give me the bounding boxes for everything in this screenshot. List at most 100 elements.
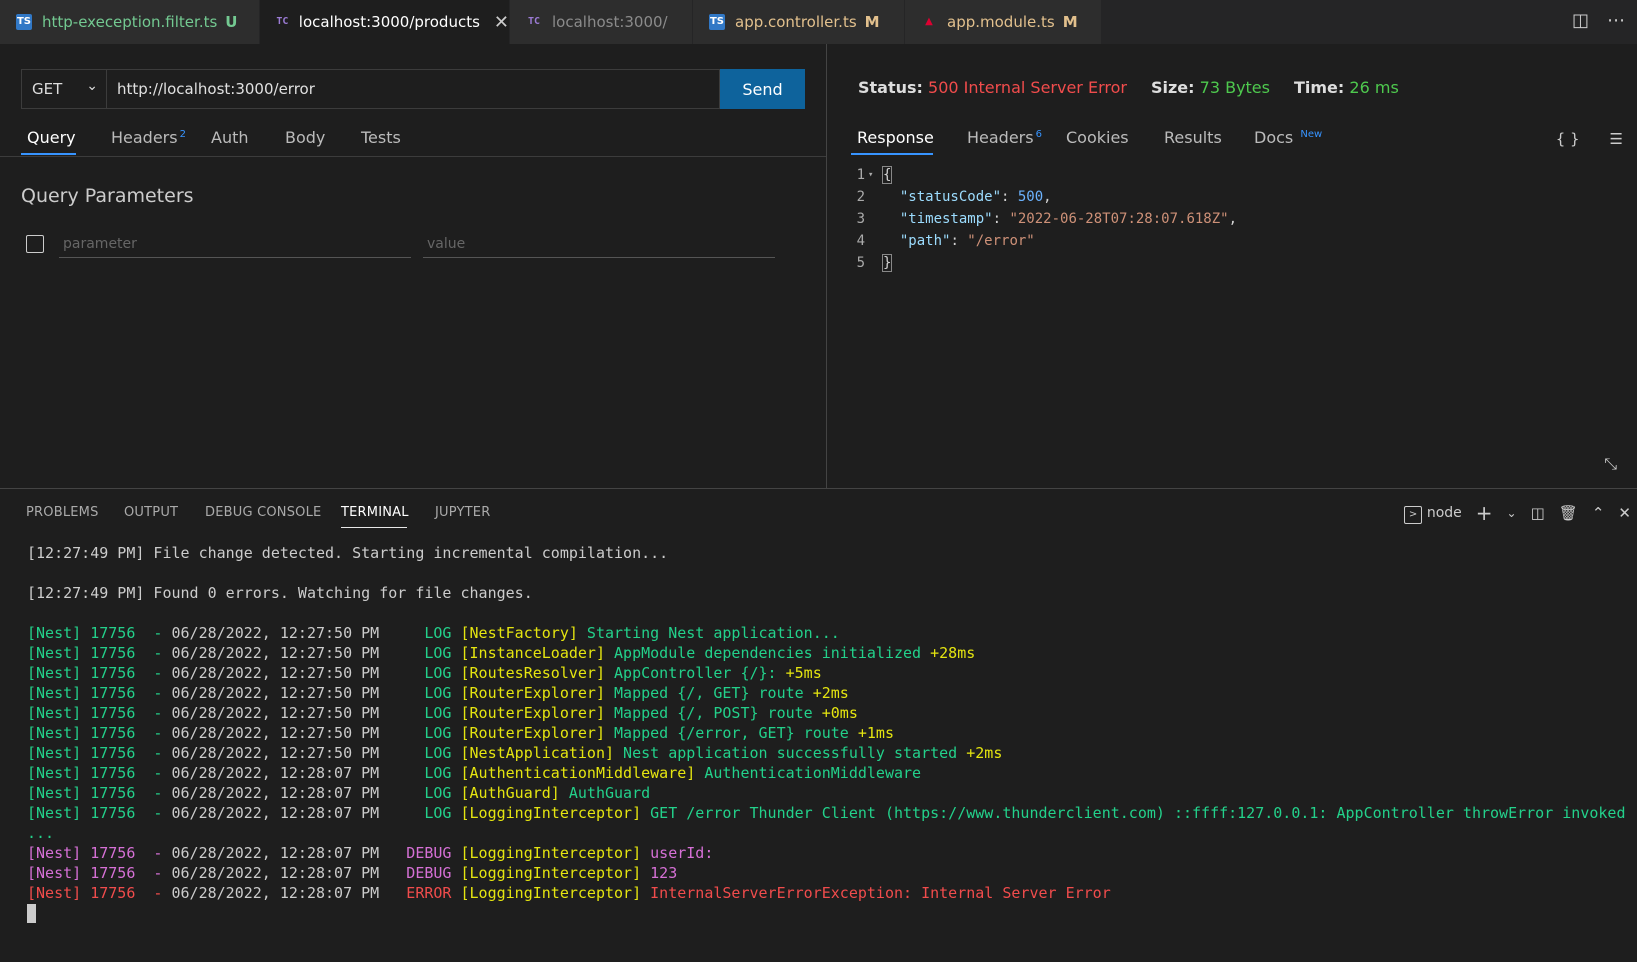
tab-problems[interactable]: PROBLEMS <box>26 505 99 520</box>
tab-headers-label: Headers <box>967 128 1034 147</box>
log-prefix: [Nest] 17756 - <box>27 764 172 782</box>
log-context: [RouterExplorer] <box>460 704 606 722</box>
log-row: [Nest] 17756 - 06/28/2022, 12:27:50 PM L… <box>27 683 1625 703</box>
log-message: AuthenticationMiddleware <box>695 764 922 782</box>
tab-jupyter[interactable]: JUPYTER <box>435 505 490 520</box>
tab-query[interactable]: Query <box>27 128 76 147</box>
expand-icon[interactable]: ⤡ <box>1604 454 1617 474</box>
tab-http-exception-filter[interactable]: TS http-exeception.filter.ts U <box>0 0 260 44</box>
log-duration: +2ms <box>957 744 1003 762</box>
log-date: 06/28/2022, 12:28:07 PM <box>171 804 380 822</box>
tab-debug-console[interactable]: DEBUG CONSOLE <box>205 505 321 520</box>
response-tabs: Response Headers 6 Cookies Results Docs N… <box>827 122 1637 156</box>
editor-tab-bar: TS http-exeception.filter.ts U TC localh… <box>0 0 1637 44</box>
angular-icon: ▲ <box>925 16 933 27</box>
log-date: 06/28/2022, 12:28:07 PM <box>171 864 380 882</box>
chevron-down-icon: ⌄ <box>86 78 98 94</box>
fold-arrow-icon[interactable]: ▾ <box>868 164 873 186</box>
terminal-output[interactable]: [12:27:49 PM] File change detected. Star… <box>27 543 1625 923</box>
param-checkbox[interactable] <box>26 235 44 253</box>
log-context: [NestApplication] <box>460 744 615 762</box>
editor-actions: ◫ ⋯ <box>1572 10 1625 31</box>
log-row: [Nest] 17756 - 06/28/2022, 12:28:07 PM L… <box>27 783 1625 803</box>
log-level: LOG <box>379 744 452 762</box>
log-row: [Nest] 17756 - 06/28/2022, 12:27:50 PM L… <box>27 663 1625 683</box>
log-prefix: [Nest] 17756 - <box>27 624 172 642</box>
menu-lines-icon[interactable]: ☰ <box>1610 130 1623 148</box>
trash-icon[interactable]: 🗑 <box>1559 504 1578 522</box>
tab-label: app.controller.ts <box>735 13 857 31</box>
time-value: 26 ms <box>1349 78 1399 97</box>
thunder-client-icon: TC <box>276 16 289 27</box>
tab-headers[interactable]: Headers 2 <box>111 128 186 147</box>
tab-auth[interactable]: Auth <box>211 128 249 147</box>
terminal-shell-select[interactable]: > node <box>1404 503 1462 524</box>
close-icon[interactable]: ✕ <box>494 12 509 33</box>
tab-terminal[interactable]: TERMINAL <box>341 505 409 520</box>
tab-localhost-products[interactable]: TC localhost:3000/products ✕ <box>260 0 510 44</box>
tab-cookies[interactable]: Cookies <box>1066 128 1129 147</box>
url-input[interactable]: http://localhost:3000/error <box>107 69 720 109</box>
log-context: [LoggingInterceptor] <box>460 864 642 882</box>
tab-response[interactable]: Response <box>857 128 934 147</box>
log-level: LOG <box>379 624 452 642</box>
log-level: LOG <box>379 684 452 702</box>
log-context: [RouterExplorer] <box>460 684 606 702</box>
format-json-icon[interactable]: { } <box>1556 130 1580 148</box>
json-key: "statusCode" <box>899 189 1002 205</box>
value-input[interactable]: value <box>423 230 775 258</box>
size-value: 73 Bytes <box>1199 78 1270 97</box>
tab-localhost-root[interactable]: TC localhost:3000/ <box>510 0 693 44</box>
tab-app-module[interactable]: ▲ app.module.ts M <box>905 0 1102 44</box>
chevron-up-icon[interactable]: ⌃ <box>1592 504 1605 522</box>
method-value: GET <box>32 80 63 98</box>
log-message: Mapped {/error, GET} route <box>605 724 849 742</box>
typescript-file-icon: TS <box>16 14 32 30</box>
chevron-down-icon[interactable]: ⌄ <box>1507 506 1517 520</box>
log-message: InternalServerErrorException: Internal S… <box>641 884 1111 902</box>
thunder-client-icon: TC <box>527 16 541 27</box>
method-select[interactable]: GET ⌄ <box>21 69 107 109</box>
nest-log-list: [Nest] 17756 - 06/28/2022, 12:27:50 PM L… <box>27 623 1625 823</box>
parameter-input[interactable]: parameter <box>59 230 411 258</box>
tab-results[interactable]: Results <box>1164 128 1222 147</box>
add-terminal-icon[interactable]: + <box>1476 501 1493 525</box>
log-time: [12:27:49 PM] <box>27 584 145 602</box>
split-editor-icon[interactable]: ◫ <box>1572 10 1589 31</box>
tab-docs[interactable]: Docs New <box>1254 128 1322 147</box>
log-prefix: [Nest] 17756 - <box>27 704 172 722</box>
log-duration: +28ms <box>921 644 976 662</box>
log-message: Nest application successfully started <box>614 744 958 762</box>
tab-output[interactable]: OUTPUT <box>124 505 178 520</box>
close-panel-icon[interactable]: ✕ <box>1618 504 1631 522</box>
log-message: AppController {/}: <box>605 664 777 682</box>
status-info: Status: 500 Internal Server Error <box>858 78 1127 97</box>
log-date: 06/28/2022, 12:28:07 PM <box>171 884 380 902</box>
split-terminal-icon[interactable]: ◫ <box>1531 504 1545 522</box>
terminal-cursor <box>27 904 36 923</box>
log-context: [LoggingInterceptor] <box>460 804 642 822</box>
log-date: 06/28/2022, 12:27:50 PM <box>171 684 380 702</box>
more-actions-icon[interactable]: ⋯ <box>1607 10 1625 31</box>
tab-label: app.module.ts <box>947 13 1055 31</box>
size-info: Size: 73 Bytes <box>1151 78 1270 97</box>
tab-tests[interactable]: Tests <box>361 128 401 147</box>
log-message: Starting Nest application... <box>577 624 840 642</box>
log-level: LOG <box>379 644 452 662</box>
tab-response-headers[interactable]: Headers 6 <box>967 128 1042 147</box>
log-prefix: [Nest] 17756 - <box>27 864 172 882</box>
log-context: [NestFactory] <box>460 624 578 642</box>
tab-app-controller[interactable]: TS app.controller.ts M <box>693 0 905 44</box>
log-prefix: [Nest] 17756 - <box>27 844 172 862</box>
log-prefix: [Nest] 17756 - <box>27 884 172 902</box>
log-level: LOG <box>379 804 452 822</box>
shell-name: node <box>1426 504 1462 521</box>
tab-body[interactable]: Body <box>285 128 325 147</box>
response-tools: { } ☰ <box>1556 130 1623 148</box>
open-brace: { <box>881 166 893 184</box>
log-level: LOG <box>379 784 452 802</box>
tab-badge: U <box>225 13 238 31</box>
log-row: [Nest] 17756 - 06/28/2022, 12:28:07 PM D… <box>27 843 1625 863</box>
send-button[interactable]: Send <box>720 69 805 109</box>
log-row: [Nest] 17756 - 06/28/2022, 12:27:50 PM L… <box>27 723 1625 743</box>
